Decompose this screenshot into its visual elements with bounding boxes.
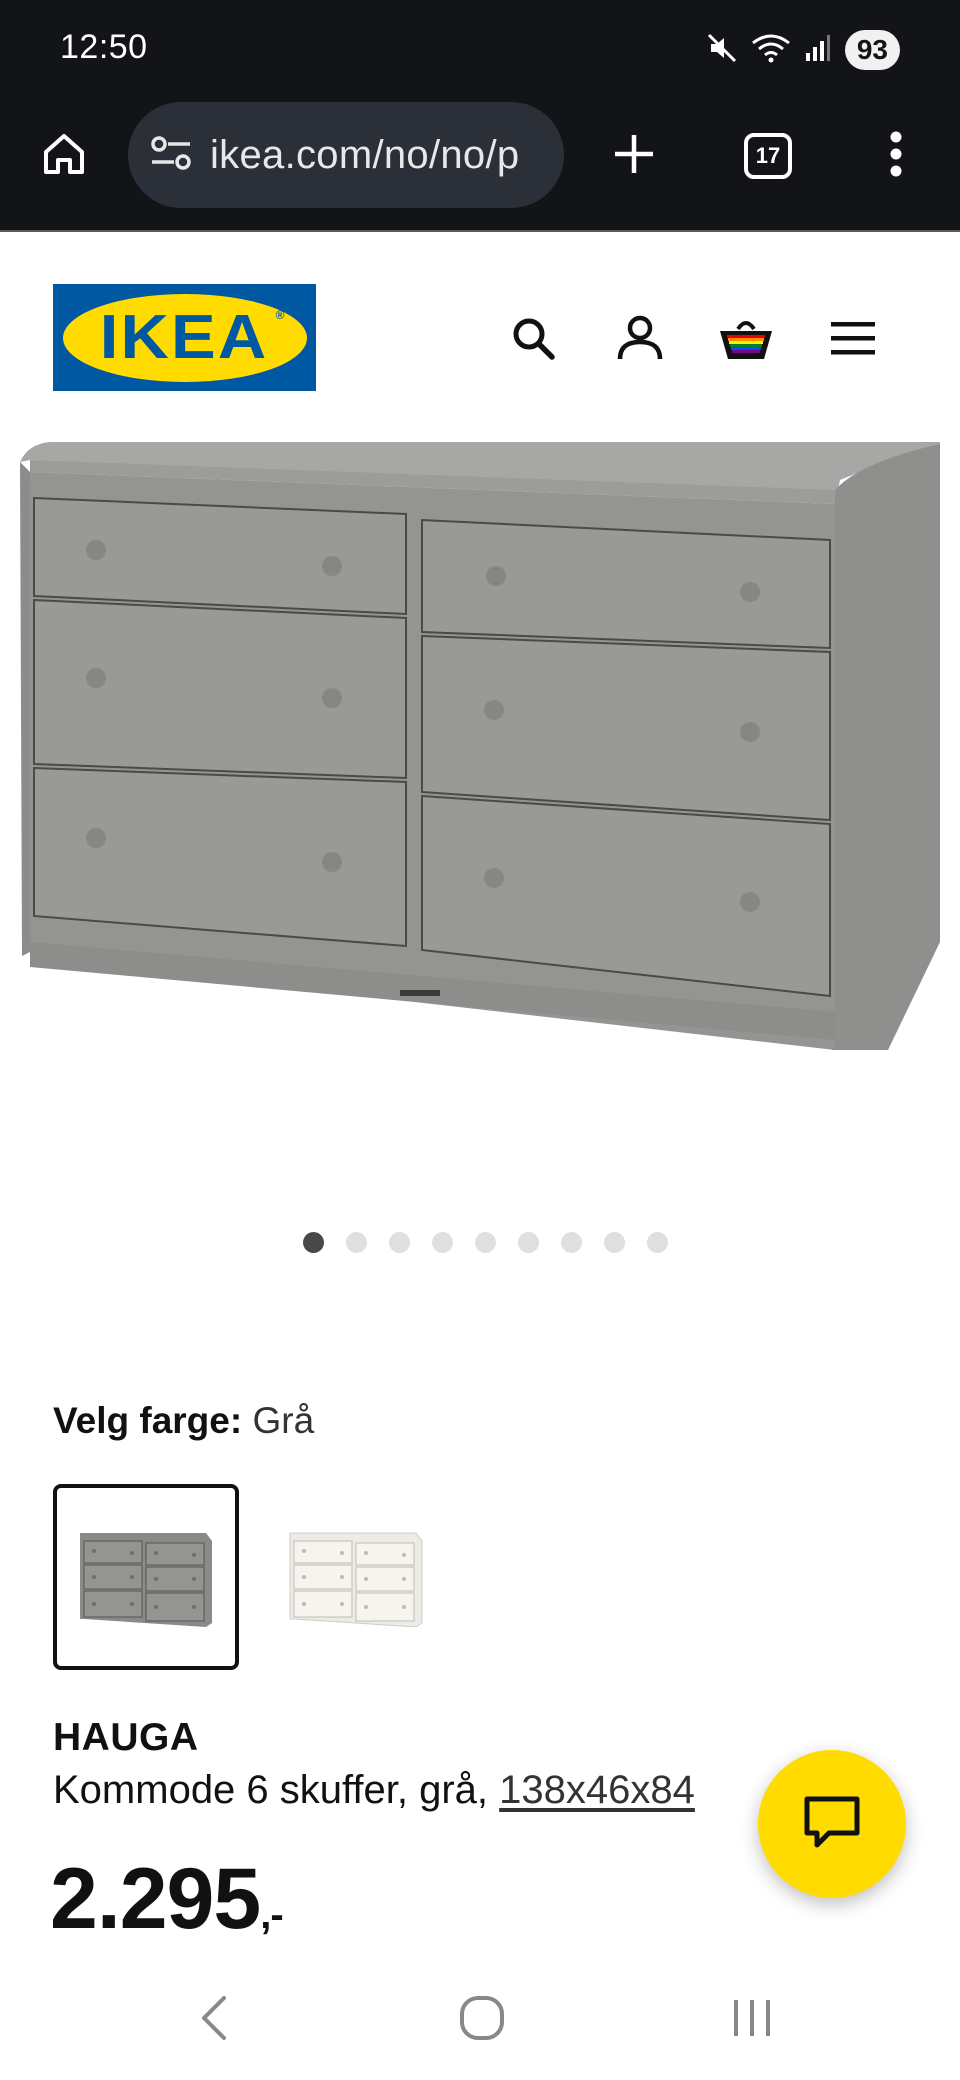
- product-dimensions-link[interactable]: 138x46x84: [499, 1768, 695, 1812]
- status-time: 12:50: [60, 28, 148, 66]
- carousel-dot[interactable]: [388, 1232, 410, 1253]
- basket-button[interactable]: [716, 310, 776, 370]
- carousel-dot[interactable]: [431, 1232, 453, 1253]
- registered-mark: ®: [275, 307, 285, 322]
- home-nav-icon: [458, 1994, 506, 2047]
- carousel-dot[interactable]: [560, 1232, 582, 1253]
- carousel-dot[interactable]: [603, 1232, 625, 1253]
- search-icon: [509, 314, 557, 367]
- wifi-icon: [751, 33, 791, 68]
- site-settings-icon[interactable]: [150, 135, 192, 176]
- color-swatch-white[interactable]: [263, 1484, 449, 1670]
- menu-icon: [829, 318, 877, 363]
- menu-button[interactable]: [823, 310, 883, 370]
- recents-button[interactable]: [712, 1980, 792, 2060]
- color-swatch-gray[interactable]: [53, 1484, 239, 1670]
- product-name: HAUGA: [53, 1716, 199, 1759]
- product-image[interactable]: [0, 442, 960, 1082]
- dresser-illustration: [20, 442, 940, 1050]
- ikea-logo[interactable]: IKEA ®: [53, 284, 316, 391]
- home-button[interactable]: [28, 100, 100, 212]
- color-label-title: Velg farge:: [53, 1400, 243, 1441]
- browser-chrome: 12:50 93 ikea.com/no/no/p 17: [0, 0, 960, 232]
- product-description: Kommode 6 skuffer, grå, 138x46x84: [53, 1768, 695, 1813]
- tab-count: 17: [755, 143, 781, 168]
- new-tab-icon: [612, 132, 656, 181]
- logo-text: IKEA: [100, 303, 269, 372]
- back-button[interactable]: [174, 1980, 254, 2060]
- more-menu-button[interactable]: [866, 100, 926, 212]
- mute-icon: [707, 33, 737, 68]
- browser-toolbar: ikea.com/no/no/p 17: [0, 100, 960, 212]
- address-bar[interactable]: ikea.com/no/no/p: [128, 102, 564, 208]
- url-text: ikea.com/no/no/p: [210, 132, 520, 177]
- carousel-dot[interactable]: [474, 1232, 496, 1253]
- tab-switcher-button[interactable]: 17: [730, 100, 806, 212]
- carousel-dot[interactable]: [345, 1232, 367, 1253]
- back-icon: [196, 1994, 232, 2047]
- home-icon: [40, 130, 88, 183]
- search-button[interactable]: [503, 310, 563, 370]
- logo-oval: IKEA ®: [62, 293, 307, 382]
- account-icon: [616, 314, 664, 367]
- status-icons: 93: [707, 28, 900, 72]
- product-price: 2.295,-: [50, 1856, 284, 1942]
- battery-indicator: 93: [844, 30, 900, 70]
- tabs-icon: 17: [744, 133, 792, 179]
- chat-icon: [803, 1795, 861, 1854]
- carousel-dot[interactable]: [517, 1232, 539, 1253]
- carousel-dot[interactable]: [302, 1232, 324, 1253]
- recents-icon: [730, 1996, 774, 2045]
- price-suffix: ,-: [260, 1893, 283, 1937]
- account-button[interactable]: [610, 310, 670, 370]
- more-icon: [889, 131, 903, 182]
- image-carousel-dots: [0, 1232, 960, 1256]
- price-value: 2.295: [50, 1851, 261, 1947]
- product-description-text: Kommode 6 skuffer, grå,: [53, 1768, 500, 1812]
- carousel-dot[interactable]: [646, 1232, 668, 1253]
- color-label-value: Grå: [252, 1400, 315, 1441]
- basket-icon: [718, 313, 774, 368]
- home-nav-button[interactable]: [442, 1980, 522, 2060]
- system-nav-bar: [0, 1960, 960, 2080]
- new-tab-button[interactable]: [598, 100, 670, 212]
- signal-icon: [805, 33, 831, 68]
- site-header: IKEA ®: [0, 232, 960, 442]
- white-dresser-thumbnail: [289, 1532, 423, 1627]
- chat-button[interactable]: [758, 1750, 906, 1898]
- gray-dresser-thumbnail: [80, 1533, 212, 1627]
- color-label: Velg farge: Grå: [53, 1400, 314, 1442]
